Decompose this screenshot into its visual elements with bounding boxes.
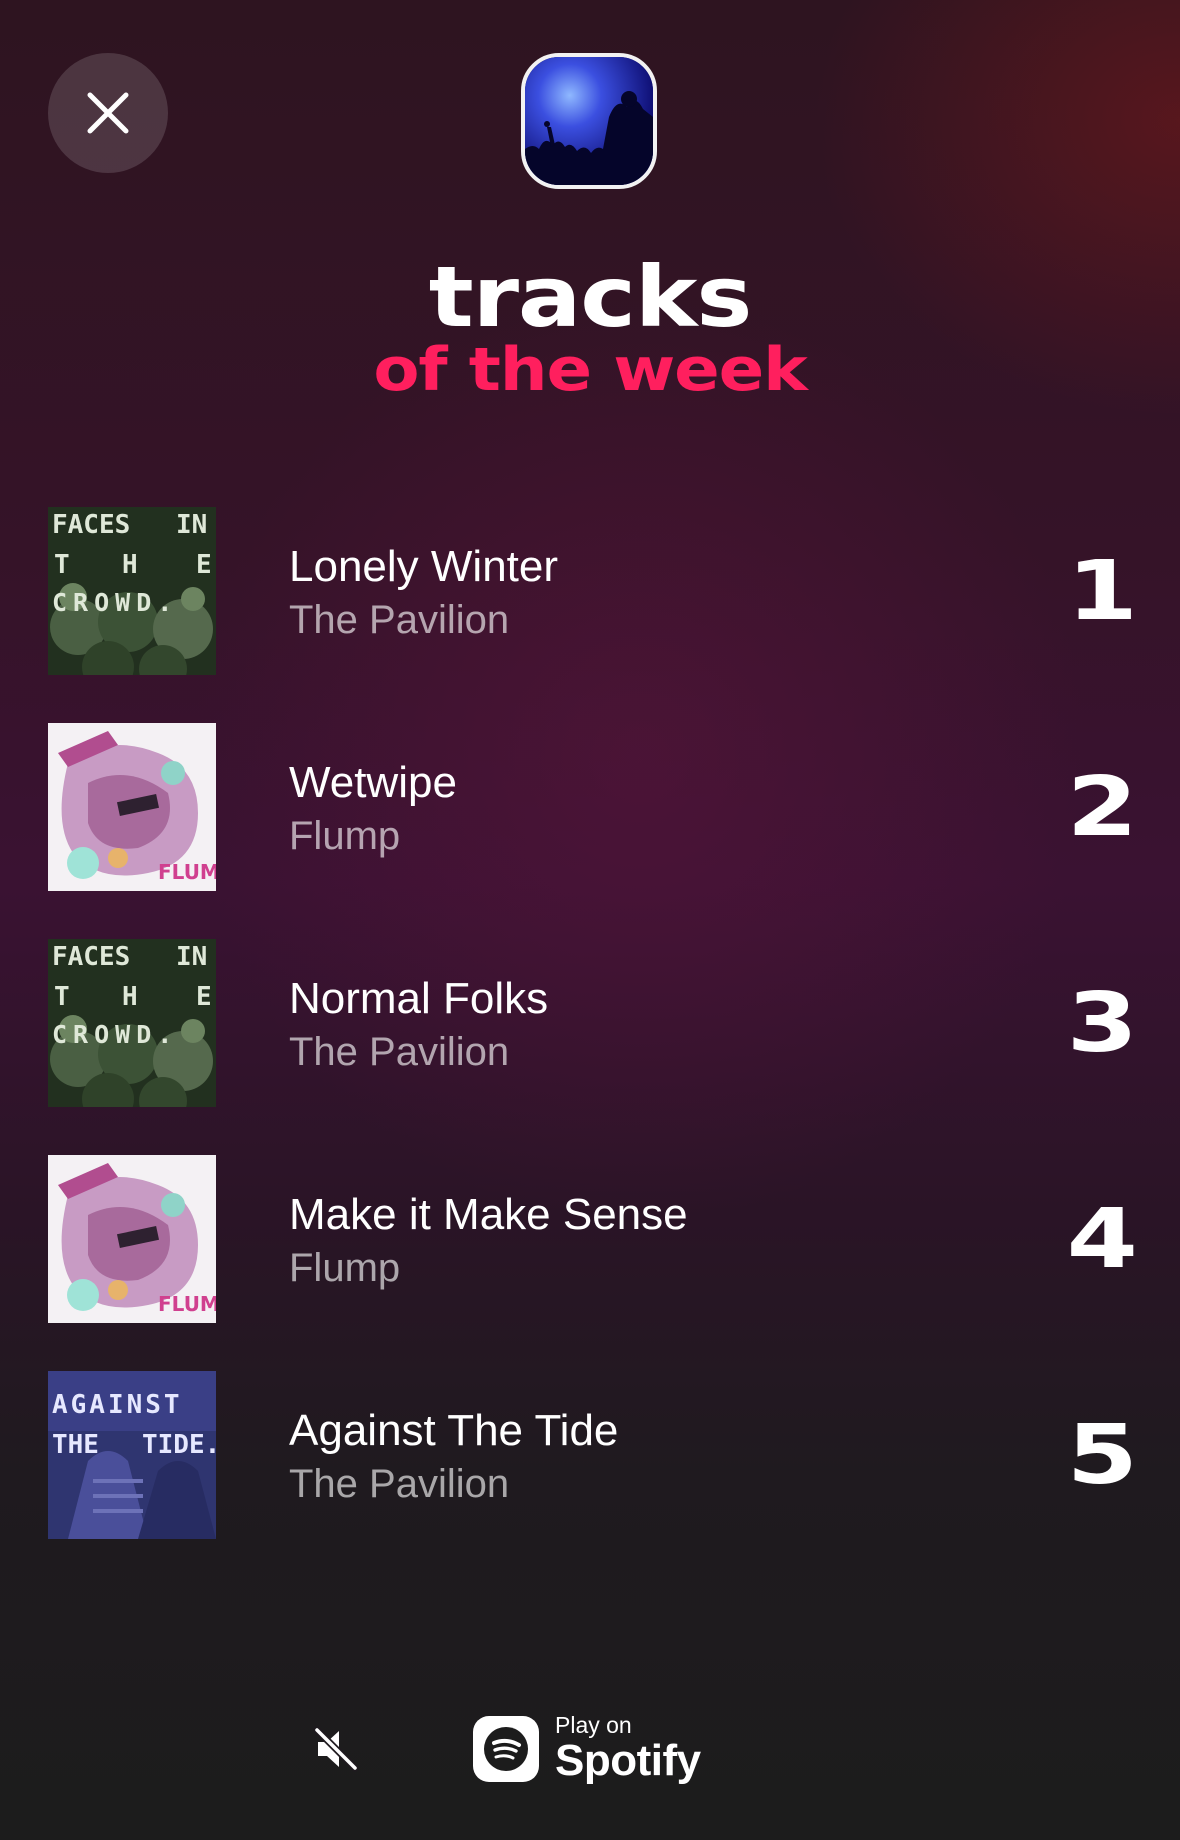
svg-text:T: T bbox=[54, 982, 70, 1012]
track-title: Against The Tide bbox=[289, 1406, 619, 1455]
svg-text:IN: IN bbox=[176, 942, 207, 972]
close-icon bbox=[87, 92, 129, 134]
page-subtitle: of the week bbox=[373, 335, 807, 405]
speaker-muted-icon bbox=[313, 1726, 359, 1772]
track-rank: 5 bbox=[1066, 1408, 1138, 1503]
close-button[interactable] bbox=[48, 53, 168, 173]
track-title: Wetwipe bbox=[289, 758, 457, 807]
svg-text:FACES: FACES bbox=[52, 942, 130, 972]
svg-text:CROWD.: CROWD. bbox=[52, 588, 178, 617]
spotify-label: Spotify bbox=[555, 1736, 701, 1785]
track-rank: 2 bbox=[1066, 760, 1138, 855]
svg-text:THE: THE bbox=[52, 1430, 99, 1460]
track-row[interactable]: FLUMP! Make it Make Sense Flump 4 bbox=[48, 1155, 1138, 1323]
svg-text:TIDE.: TIDE. bbox=[142, 1430, 216, 1460]
cover-image bbox=[521, 53, 657, 189]
track-rank: 4 bbox=[1066, 1192, 1138, 1287]
album-art-flump: FLUMP! bbox=[48, 1155, 216, 1323]
album-art-faces-in-the-crowd: FACES IN T H E CROWD. bbox=[48, 507, 216, 675]
track-artist: The Pavilion bbox=[289, 598, 510, 642]
album-art-flump: FLUMP! bbox=[48, 723, 216, 891]
svg-text:FLUMP!: FLUMP! bbox=[158, 1292, 216, 1316]
svg-text:AGAINST: AGAINST bbox=[52, 1390, 183, 1420]
play-on-spotify-button[interactable]: Play on Spotify bbox=[473, 1712, 713, 1790]
mute-button[interactable] bbox=[312, 1725, 360, 1773]
track-title: Lonely Winter bbox=[289, 542, 559, 591]
svg-text:H: H bbox=[122, 550, 138, 580]
track-rank: 1 bbox=[1066, 544, 1138, 639]
track-row[interactable]: FLUMP! Wetwipe Flump 2 bbox=[48, 723, 1138, 891]
story-screen: tracks of the week FACES IN T H E CROWD.… bbox=[0, 0, 1180, 1840]
track-title: Make it Make Sense bbox=[289, 1190, 688, 1239]
play-on-label: Play on bbox=[555, 1712, 632, 1738]
spotify-icon bbox=[473, 1716, 539, 1782]
svg-text:E: E bbox=[196, 550, 212, 580]
track-rank: 3 bbox=[1066, 976, 1138, 1071]
track-row[interactable]: FACES IN T H E CROWD. Lonely Winter The … bbox=[48, 507, 1138, 675]
album-art-against-the-tide: AGAINST THE TIDE. bbox=[48, 1371, 216, 1539]
svg-text:IN: IN bbox=[176, 510, 207, 540]
svg-text:H: H bbox=[122, 982, 138, 1012]
svg-text:FLUMP!: FLUMP! bbox=[158, 860, 216, 884]
track-title: Normal Folks bbox=[289, 974, 549, 1023]
svg-text:E: E bbox=[196, 982, 212, 1012]
svg-text:FACES: FACES bbox=[52, 510, 130, 540]
page-title: tracks bbox=[428, 248, 753, 346]
svg-text:CROWD.: CROWD. bbox=[52, 1020, 178, 1049]
track-artist: The Pavilion bbox=[289, 1462, 510, 1506]
track-artist: Flump bbox=[289, 1246, 401, 1290]
svg-text:T: T bbox=[54, 550, 70, 580]
track-row[interactable]: FACES IN T H E CROWD. Normal Folks The P… bbox=[48, 939, 1138, 1107]
track-row[interactable]: AGAINST THE TIDE. Against The Tide The P… bbox=[48, 1371, 1138, 1539]
album-art-faces-in-the-crowd: FACES IN T H E CROWD. bbox=[48, 939, 216, 1107]
track-artist: Flump bbox=[289, 814, 401, 858]
track-artist: The Pavilion bbox=[289, 1030, 510, 1074]
